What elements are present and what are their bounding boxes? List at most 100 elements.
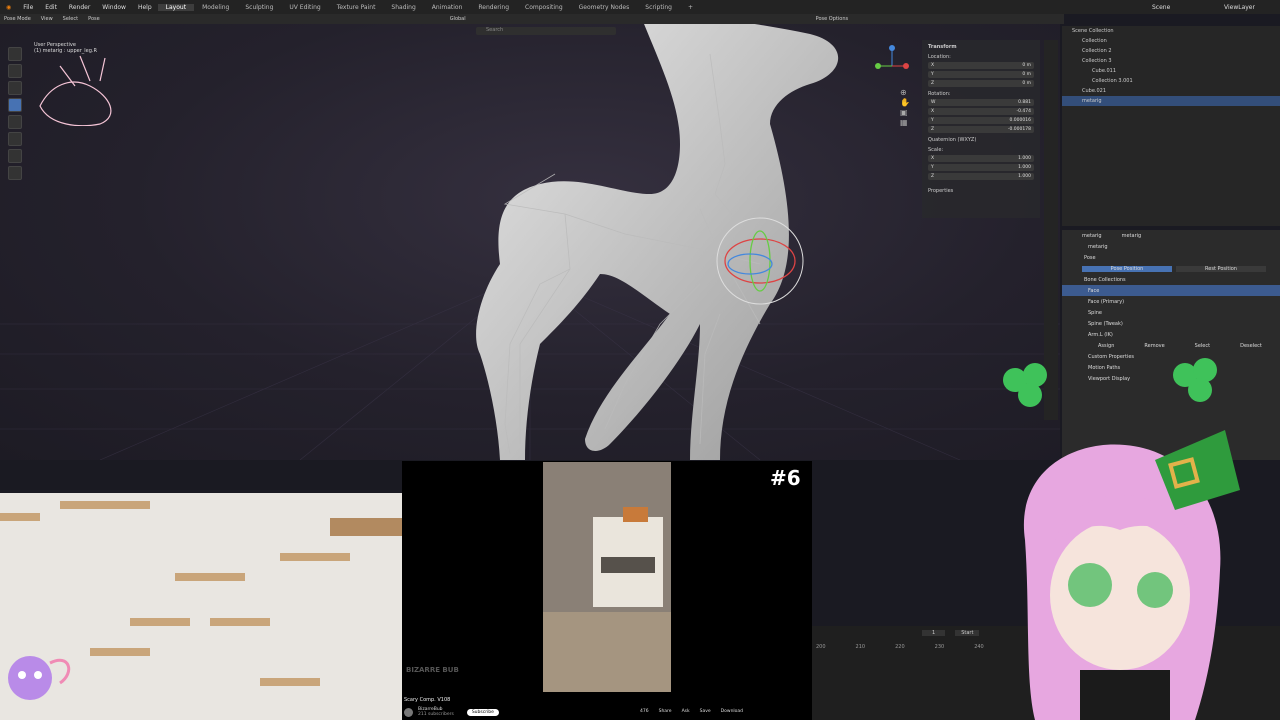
move-icon[interactable] (8, 81, 22, 95)
add-workspace-icon[interactable]: + (680, 4, 701, 11)
transform-icon[interactable] (8, 132, 22, 146)
scale-icon[interactable] (8, 115, 22, 129)
share-button[interactable]: Share (659, 709, 672, 714)
rotation-w-field[interactable]: W 0.881 (928, 99, 1034, 106)
tab-compositing[interactable]: Compositing (517, 4, 571, 11)
outliner-item[interactable]: Collection (1062, 36, 1280, 46)
tab-scripting[interactable]: Scripting (637, 4, 680, 11)
view-layer-selector[interactable]: ViewLayer (1218, 4, 1280, 11)
outliner-item[interactable]: Collection 2 (1062, 46, 1280, 56)
menu-window[interactable]: Window (96, 4, 132, 11)
3d-viewport[interactable]: ⊕ ✋ ▣ ▦ User Perspective (1) metarig : u… (0, 24, 1060, 460)
outliner: Scene Collection Collection Collection 2… (1062, 26, 1280, 226)
camera-icon[interactable]: ▣ (900, 108, 912, 118)
timeline-tick: 200 (816, 644, 826, 650)
scale-y-field[interactable]: Y 1.000 (928, 164, 1034, 171)
measure-icon[interactable] (8, 166, 22, 180)
scale-x-field[interactable]: X 1.000 (928, 155, 1034, 162)
rotate-icon[interactable] (8, 98, 22, 112)
transform-orientation[interactable]: Global (450, 16, 466, 22)
grid-icon[interactable]: ▦ (900, 118, 912, 128)
props-breadcrumb-b: metarig (1121, 232, 1142, 239)
start-frame-label[interactable]: Start (955, 630, 980, 636)
timeline-tick: 230 (934, 644, 945, 650)
bone-collection-item[interactable]: Spine (1062, 307, 1280, 318)
viewport-search-input[interactable]: Search (476, 27, 616, 35)
outliner-scene-collection[interactable]: Scene Collection (1062, 26, 1280, 36)
annotate-icon[interactable] (8, 149, 22, 163)
scene-selector[interactable]: Scene (1146, 4, 1218, 11)
tab-texture-paint[interactable]: Texture Paint (329, 4, 384, 11)
bone-collections-header[interactable]: Bone Collections (1062, 274, 1280, 285)
menu-view[interactable]: View (41, 16, 53, 22)
drawn-creature-logo (39, 55, 112, 126)
channel-avatar[interactable] (404, 707, 413, 717)
props-breadcrumb-a: metarig (1082, 232, 1102, 239)
tab-uv-editing[interactable]: UV Editing (281, 4, 328, 11)
select-button[interactable]: Select (1195, 343, 1210, 349)
menu-pose[interactable]: Pose (88, 16, 100, 22)
properties-subpanel[interactable]: Properties (928, 188, 1034, 194)
pose-options[interactable]: Pose Options (816, 16, 848, 22)
viewport-header: Pose Mode View Select Pose Global Pose O… (0, 14, 1064, 24)
episode-badge: #6 (770, 466, 801, 490)
outliner-item[interactable]: Cube.021 (1062, 86, 1280, 96)
bone-collection-item[interactable]: Spine (Tweak) (1062, 318, 1280, 329)
download-button[interactable]: Download (721, 709, 743, 714)
subscribe-button[interactable]: Subscribe (466, 708, 499, 716)
transform-panel: Transform Location: X0 m Y0 m Z0 m Rotat… (922, 40, 1040, 218)
props-section-pose[interactable]: Pose (1062, 252, 1280, 263)
save-button[interactable]: Save (700, 709, 711, 714)
remove-button[interactable]: Remove (1144, 343, 1164, 349)
menu-select[interactable]: Select (63, 16, 78, 22)
pan-hand-icon[interactable]: ✋ (900, 98, 912, 108)
clover-decoration-icon (1003, 363, 1047, 407)
video-frame[interactable] (543, 462, 671, 692)
assign-button[interactable]: Assign (1098, 343, 1114, 349)
clover-decoration-icon (1173, 358, 1217, 402)
menu-edit[interactable]: Edit (39, 4, 63, 11)
select-box-icon[interactable] (8, 47, 22, 61)
tab-layout[interactable]: Layout (157, 3, 195, 11)
cursor-icon[interactable] (8, 64, 22, 78)
scale-z-field[interactable]: Z 1.000 (928, 173, 1034, 180)
current-frame-field[interactable]: 1 (922, 630, 946, 636)
deselect-button[interactable]: Deselect (1240, 343, 1262, 349)
timeline-tick: 240 (974, 644, 984, 650)
rotation-mode-select[interactable]: Quaternion (WXYZ) (928, 137, 1034, 143)
transform-panel-title: Transform (928, 44, 957, 50)
menu-file[interactable]: File (17, 4, 39, 11)
tab-animation[interactable]: Animation (424, 4, 471, 11)
ask-button[interactable]: Ask (682, 709, 690, 714)
pose-position-button[interactable]: Pose Position (1082, 265, 1172, 272)
tab-geometry-nodes[interactable]: Geometry Nodes (571, 4, 638, 11)
timeline-tick: 220 (895, 644, 905, 650)
tab-shading[interactable]: Shading (383, 4, 423, 11)
blender-logo-icon[interactable]: ◉ (0, 4, 17, 11)
outliner-item[interactable]: Collection 3 (1062, 56, 1280, 66)
mode-selector[interactable]: Pose Mode (4, 16, 31, 22)
location-z-field[interactable]: Z0 m (928, 80, 1034, 87)
rotation-label: Rotation: (928, 91, 951, 97)
rotation-y-field[interactable]: Y 0.000016 (928, 117, 1034, 124)
menu-render[interactable]: Render (63, 4, 96, 11)
outliner-item[interactable]: Collection 3.001 (1062, 76, 1280, 86)
tab-rendering[interactable]: Rendering (470, 4, 517, 11)
tab-modeling[interactable]: Modeling (194, 4, 237, 11)
props-object-name[interactable]: metarig (1062, 241, 1280, 252)
bone-collection-item[interactable]: Arm.L (IK) (1062, 329, 1280, 340)
bone-collection-item[interactable]: Face (1062, 285, 1280, 296)
menu-help[interactable]: Help (132, 4, 158, 11)
location-y-field[interactable]: Y0 m (928, 71, 1034, 78)
outliner-item-selected[interactable]: metarig (1062, 96, 1280, 106)
rotation-x-field[interactable]: X -0.474 (928, 108, 1034, 115)
like-button[interactable]: 476 (640, 709, 649, 714)
outliner-item[interactable]: Cube.011 (1062, 66, 1280, 76)
navigation-gizmo[interactable] (872, 44, 912, 84)
zoom-icon[interactable]: ⊕ (900, 88, 912, 98)
location-x-field[interactable]: X0 m (928, 62, 1034, 69)
rest-position-button[interactable]: Rest Position (1176, 265, 1266, 272)
bone-collection-item[interactable]: Face (Primary) (1062, 296, 1280, 307)
tab-sculpting[interactable]: Sculpting (237, 4, 281, 11)
rotation-z-field[interactable]: Z -0.000178 (928, 126, 1034, 133)
